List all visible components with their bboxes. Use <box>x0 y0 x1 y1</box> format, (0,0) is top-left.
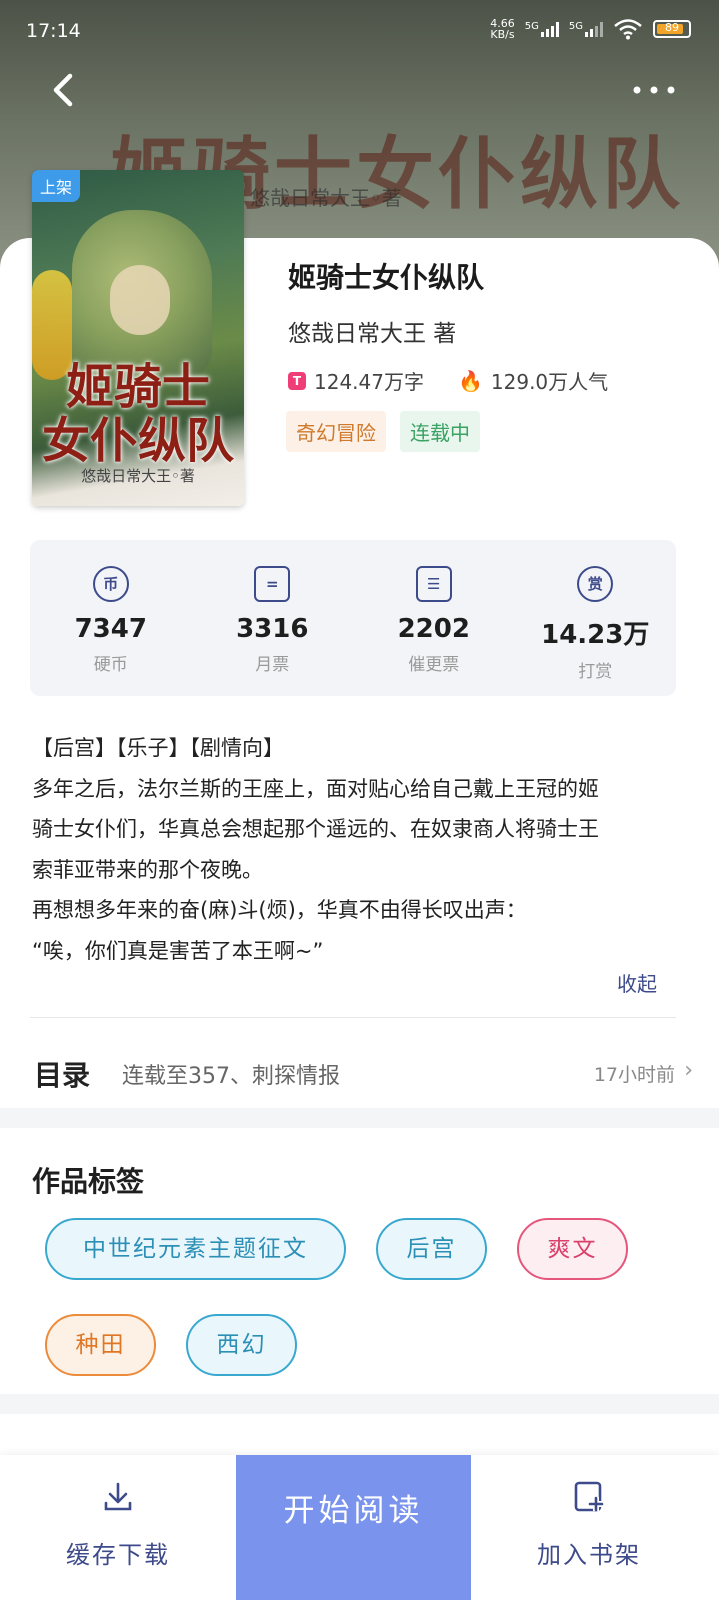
status-bar: 17:14 4.66 KB/s 5G 5G 89 <box>0 0 719 60</box>
ticket-icon: = <box>254 566 291 602</box>
stat-label: 催更票 <box>408 655 460 675</box>
download-button[interactable]: 缓存下载 <box>0 1455 236 1600</box>
description-line: 多年之后，法尔兰斯的王座上，面对贴心给自己戴上王冠的姬 <box>32 776 599 801</box>
table-of-contents-row[interactable]: 目录 连载至357、刺探情报 17小时前 › <box>0 1040 719 1106</box>
chevron-right-icon: › <box>684 1058 693 1083</box>
tag-chip[interactable]: 西幻 <box>186 1314 297 1376</box>
status-icons: 4.66 KB/s 5G 5G 89 <box>490 18 691 40</box>
update-time: 17小时前 <box>593 1064 675 1086</box>
book-author[interactable]: 悠哉日常大王 著 <box>288 314 456 348</box>
description-line: 再想想多年来的奋(麻)斗(烦)，华真不由得长叹出声： <box>32 898 527 922</box>
add-to-shelf-button[interactable]: 加入书架 <box>471 1455 707 1600</box>
tag-chip[interactable]: 种田 <box>45 1314 156 1376</box>
tag-chip[interactable]: 中世纪元素主题征文 <box>45 1218 346 1280</box>
stat-monthly-tickets[interactable]: = 3316 月票 <box>192 540 354 696</box>
cover-author: 悠哉日常大王◦著 <box>81 467 195 485</box>
coin-icon: 币 <box>92 566 129 602</box>
battery-icon: 89 <box>653 20 691 38</box>
toc-label: 目录 <box>34 1059 91 1092</box>
status-chip: 连载中 <box>400 411 480 452</box>
more-options-icon[interactable] <box>629 80 679 100</box>
word-count-icon: T <box>288 371 306 390</box>
stat-urge-tickets[interactable]: ☰ 2202 催更票 <box>353 540 515 696</box>
stat-value: 3316 <box>236 614 309 644</box>
tag-chip[interactable]: 后宫 <box>376 1218 487 1280</box>
stat-value: 14.23万 <box>541 620 650 650</box>
section-separator <box>0 1394 719 1414</box>
book-title: 姬骑士女仆纵队 <box>288 261 485 294</box>
description-line: 【后宫】【乐子】【剧情向】 <box>32 736 284 760</box>
latest-chapter: 连载至357、刺探情报 <box>122 1064 340 1089</box>
stat-coins[interactable]: 币 7347 硬币 <box>30 540 192 696</box>
fire-icon: 🔥 <box>457 368 483 393</box>
word-count: 124.47万字 <box>314 370 424 394</box>
description-line: 骑士女仆们，华真总会想起那个遥远的、在奴隶商人将骑士王 <box>32 817 599 841</box>
signal-icon-2: 5G <box>569 21 603 37</box>
tags-section-title: 作品标签 <box>32 1165 145 1198</box>
section-separator <box>0 1108 719 1128</box>
popularity: 129.0万人气 <box>490 370 609 394</box>
stat-label: 打赏 <box>578 662 613 682</box>
wifi-icon <box>614 19 642 40</box>
book-cover[interactable]: 上架 姬骑士 女仆纵队 悠哉日常大王◦著 <box>32 170 244 506</box>
stat-rewards[interactable]: 赏 14.23万 打赏 <box>515 540 677 696</box>
urge-icon: ☰ <box>415 566 452 602</box>
stat-label: 硬币 <box>93 655 128 675</box>
download-icon <box>104 1482 132 1511</box>
divider <box>30 1017 676 1018</box>
reward-icon: 赏 <box>577 566 614 602</box>
add-to-shelf-icon <box>574 1481 604 1512</box>
book-description: 【后宫】【乐子】【剧情向】 多年之后，法尔兰斯的王座上，面对贴心给自己戴上王冠的… <box>32 728 682 971</box>
status-time: 17:14 <box>26 20 81 42</box>
description-line: “唉，你们真是害苦了本王啊~” <box>32 938 324 963</box>
tag-chip[interactable]: 爽文 <box>517 1218 628 1280</box>
back-arrow-icon[interactable] <box>48 70 78 110</box>
stat-label: 月票 <box>255 655 290 675</box>
signal-icon: 5G <box>525 21 559 37</box>
stat-value: 2202 <box>397 614 470 644</box>
stats-panel: 币 7347 硬币 = 3316 月票 ☰ 2202 催更票 赏 14.23万 … <box>30 540 676 696</box>
book-chips: 奇幻冒险 连载中 <box>286 411 480 452</box>
network-speed: 4.66 KB/s <box>490 17 515 41</box>
bottom-action-bar: 缓存下载 开始阅读 加入书架 <box>0 1455 719 1600</box>
genre-chip[interactable]: 奇幻冒险 <box>286 411 386 452</box>
download-label: 缓存下载 <box>66 1541 170 1569</box>
collapse-button[interactable]: 收起 <box>617 968 657 997</box>
book-meta: T 124.47万字 🔥 129.0万人气 <box>288 366 608 395</box>
description-line: 索菲亚带来的那个夜晚。 <box>32 857 263 882</box>
cover-title: 姬骑士 女仆纵队 <box>41 359 234 469</box>
add-to-shelf-label: 加入书架 <box>537 1541 641 1569</box>
start-reading-button[interactable]: 开始阅读 <box>236 1455 471 1600</box>
stat-value: 7347 <box>74 614 147 644</box>
blurred-cover-author: 悠哉日常大王◦著 <box>250 186 402 210</box>
cover-badge: 上架 <box>32 170 81 202</box>
